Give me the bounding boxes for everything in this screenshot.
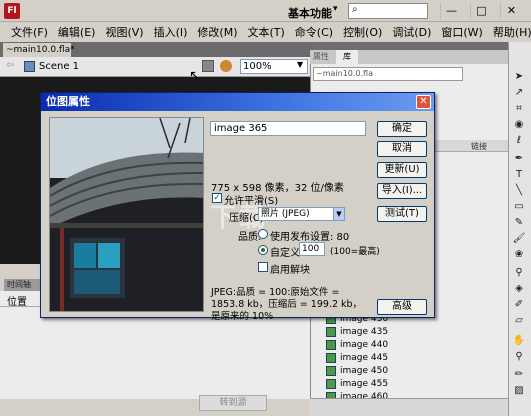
menu-text[interactable]: 文本(T) [242, 24, 289, 40]
menu-file[interactable]: 文件(F) [6, 24, 53, 40]
fill-color-icon[interactable]: ▨ [510, 384, 528, 398]
zoom-tool-icon[interactable]: ⚲ [510, 350, 528, 364]
maximize-button[interactable]: □ [470, 3, 492, 19]
allow-smoothing-checkbox[interactable]: ✓ [212, 193, 222, 203]
subselection-tool-icon[interactable]: ↗ [510, 86, 528, 100]
list-item-label: image 440 [340, 340, 389, 350]
update-button[interactable]: 更新(U) [377, 162, 427, 178]
list-item[interactable]: image 440 [326, 339, 506, 352]
list-item[interactable]: image 435 [326, 326, 506, 339]
eraser-tool-icon[interactable]: ▱ [510, 314, 528, 328]
document-tab-label: ~main10.0.fla* [6, 45, 75, 55]
radio-selected-dot [261, 248, 265, 252]
panel-header [310, 42, 508, 50]
menu-help[interactable]: 帮助(H) [488, 24, 531, 40]
flash-logo-icon: Fl [4, 3, 20, 19]
pen-tool-icon[interactable]: ✒ [510, 152, 528, 166]
menu-view[interactable]: 视图(V) [100, 24, 148, 40]
edit-scene-icon[interactable] [220, 60, 232, 72]
allow-smoothing-label[interactable]: 允许平滑(S) [224, 192, 278, 207]
use-publish-settings-label[interactable]: 使用发布设置: 80 [270, 228, 349, 243]
list-item-label: image 445 [340, 353, 389, 363]
enable-deblocking-checkbox[interactable] [258, 262, 268, 272]
bitmap-preview [49, 117, 204, 312]
bitmap-name-input[interactable]: image 365 [210, 121, 366, 136]
workspace-switcher[interactable]: 基本功能 [288, 5, 332, 21]
quality-input[interactable]: 100 [299, 242, 325, 256]
cancel-button[interactable]: 取消 [377, 141, 427, 157]
roof-photo-image [50, 118, 203, 311]
test-button[interactable]: 测试(T) [377, 206, 427, 222]
bitmap-icon [326, 339, 336, 350]
bitmap-icon [326, 352, 336, 363]
eyedropper-tool-icon[interactable]: ✐ [510, 298, 528, 312]
selection-tool-icon[interactable]: ➤ [510, 70, 528, 84]
text-tool-icon[interactable]: T [510, 168, 528, 182]
rectangle-tool-icon[interactable]: ▭ [510, 200, 528, 214]
hand-tool-icon[interactable]: ✋ [510, 334, 528, 348]
paint-bucket-tool-icon[interactable]: ◈ [510, 282, 528, 296]
search-icon: ⌕ [352, 4, 358, 15]
mouse-cursor-icon: ↖ [189, 68, 201, 84]
tab-library[interactable]: 库 [336, 50, 358, 64]
menu-insert[interactable]: 插入(I) [149, 24, 193, 40]
list-item[interactable]: image 455 [326, 378, 506, 391]
bone-tool-icon[interactable]: ⚲ [510, 266, 528, 280]
lasso-tool-icon[interactable]: ℓ [510, 134, 528, 148]
use-publish-settings-radio[interactable] [258, 229, 268, 239]
column-linkage[interactable]: 链接 [471, 141, 487, 152]
chevron-down-icon[interactable]: ▾ [333, 4, 338, 14]
library-footer-toolbar [310, 398, 508, 416]
deco-tool-icon[interactable]: ❀ [510, 248, 528, 262]
menu-edit[interactable]: 编辑(E) [53, 24, 101, 40]
enable-deblocking-label[interactable]: 启用解块 [270, 261, 310, 276]
tab-properties[interactable]: 属性 [313, 51, 329, 62]
3d-rotation-tool-icon[interactable]: ◉ [510, 118, 528, 132]
scene-icon [24, 61, 35, 72]
stroke-color-icon[interactable]: ✏ [510, 368, 528, 382]
dialog-title: 位图属性 [41, 93, 434, 111]
library-file-select[interactable]: ~main10.0.fla [313, 67, 463, 81]
import-button[interactable]: 导入(I)... [377, 183, 427, 199]
edit-symbols-icon[interactable] [202, 60, 214, 72]
chevron-down-icon[interactable]: ▼ [297, 60, 303, 69]
menu-commands[interactable]: 命令(C) [290, 24, 338, 40]
minimize-button[interactable]: — [440, 3, 462, 19]
quality-hint: (100=最高) [330, 247, 380, 257]
search-input[interactable] [348, 3, 428, 19]
close-button[interactable]: ✕ [500, 3, 522, 19]
list-item[interactable]: image 445 [326, 352, 506, 365]
list-item-label: image 435 [340, 327, 389, 337]
free-transform-tool-icon[interactable]: ⌗ [510, 102, 528, 116]
line-tool-icon[interactable]: ╲ [510, 184, 528, 198]
list-item-label: image 450 [340, 366, 389, 376]
back-arrow-icon[interactable]: ⇦ [6, 60, 14, 71]
pencil-tool-icon[interactable]: ✎ [510, 216, 528, 230]
compression-select[interactable]: 照片 (JPEG) [258, 207, 345, 221]
scene-label[interactable]: Scene 1 [39, 61, 79, 72]
bitmap-icon [326, 365, 336, 376]
document-tab[interactable]: ~main10.0.fla* × [3, 43, 75, 69]
menu-debug[interactable]: 调试(D) [387, 24, 436, 40]
brush-tool-icon[interactable]: 🖌 [510, 232, 528, 246]
menu-bar: 文件(F) 编辑(E) 视图(V) 插入(I) 修改(M) 文本(T) 命令(C… [0, 22, 531, 42]
list-item[interactable]: image 450 [326, 365, 506, 378]
chevron-down-icon[interactable]: ▼ [333, 208, 344, 220]
layer-label[interactable]: 位置 [7, 293, 27, 308]
go-to-source-button[interactable]: 转到源 [199, 395, 267, 411]
bitmap-icon [326, 378, 336, 389]
close-icon[interactable]: ✕ [416, 95, 431, 109]
menu-control[interactable]: 控制(O) [338, 24, 387, 40]
menu-modify[interactable]: 修改(M) [192, 24, 242, 40]
advanced-button[interactable]: 高级 [377, 299, 427, 315]
bitmap-icon [326, 326, 336, 337]
compression-info-text: JPEG:品质 = 100:原始文件 = 1853.8 kb，压缩后 = 199… [211, 287, 363, 322]
menu-window[interactable]: 窗口(W) [436, 24, 487, 40]
ok-button[interactable]: 确定 [377, 121, 427, 137]
list-item-label: image 455 [340, 379, 389, 389]
